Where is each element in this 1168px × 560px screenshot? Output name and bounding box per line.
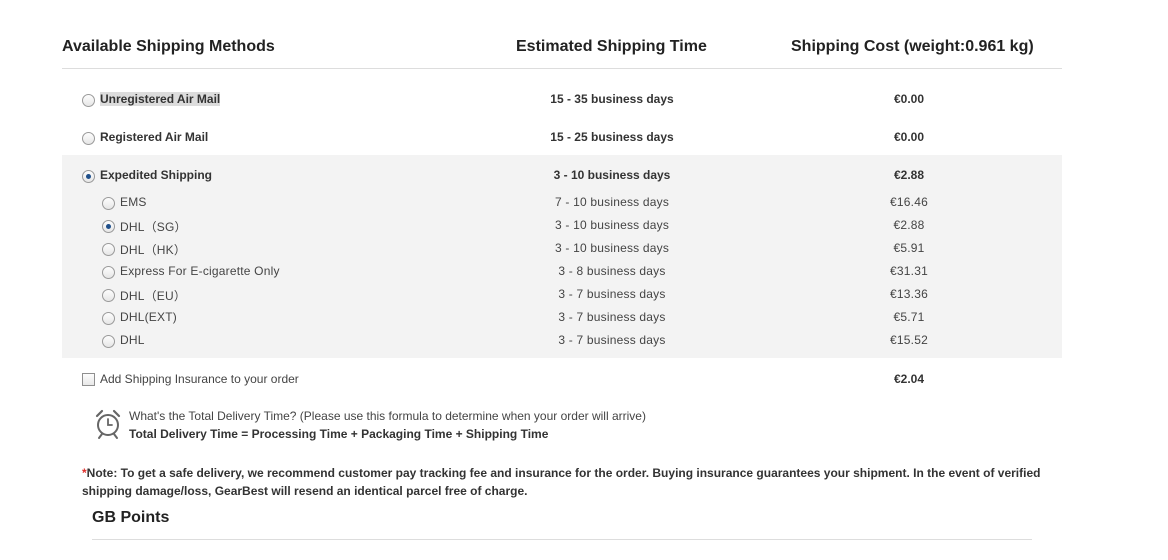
expedited-option-express-e-cigarette[interactable]: Express For E-cigarette Only 3 - 8 busin…	[62, 263, 1062, 281]
method-label[interactable]: Registered Air Mail	[100, 130, 208, 144]
option-time: 3 - 10 business days	[554, 218, 670, 232]
shipping-method-expedited[interactable]: Expedited Shipping 3 - 10 business days …	[62, 165, 1062, 185]
option-label[interactable]: Express For E-cigarette Only	[120, 264, 280, 278]
option-label[interactable]: DHL	[120, 333, 145, 347]
radio-express-e-cigarette[interactable]	[102, 266, 115, 279]
option-cost: €31.31	[890, 264, 928, 278]
method-label[interactable]: Unregistered Air Mail	[100, 92, 221, 106]
option-cost: €16.46	[890, 195, 928, 209]
option-label[interactable]: DHL（HK）	[120, 241, 186, 258]
radio-dhl-sg[interactable]	[102, 220, 115, 233]
radio-ems[interactable]	[102, 197, 115, 210]
option-time: 3 - 7 business days	[558, 310, 666, 324]
radio-dhl-eu[interactable]	[102, 289, 115, 302]
radio-dhl-ext[interactable]	[102, 312, 115, 325]
header-shipping-cost: Shipping Cost (weight:0.961 kg)	[791, 38, 1034, 55]
option-time: 3 - 7 business days	[558, 287, 666, 301]
insurance-cost: €2.04	[893, 372, 925, 386]
radio-unregistered-air-mail[interactable]	[82, 94, 95, 107]
insurance-label[interactable]: Add Shipping Insurance to your order	[100, 372, 299, 386]
option-time: 3 - 8 business days	[558, 264, 666, 278]
method-time: 15 - 35 business days	[550, 92, 674, 106]
option-time: 7 - 10 business days	[554, 195, 670, 209]
shipping-method-registered-air-mail[interactable]: Registered Air Mail 15 - 25 business day…	[62, 127, 1062, 147]
delivery-time-question: What's the Total Delivery Time? (Please …	[129, 409, 646, 423]
option-label[interactable]: DHL（EU）	[120, 287, 186, 304]
method-label[interactable]: Expedited Shipping	[100, 168, 212, 182]
expedited-option-ems[interactable]: EMS 7 - 10 business days €16.46	[62, 194, 1062, 212]
method-cost: €0.00	[893, 130, 925, 144]
shipping-method-unregistered-air-mail[interactable]: Unregistered Air Mail 15 - 35 business d…	[62, 89, 1062, 109]
option-cost: €5.71	[893, 310, 925, 324]
gb-points-title: GB Points	[92, 509, 170, 526]
option-label[interactable]: DHL（SG）	[120, 218, 187, 235]
shipping-table-header: Available Shipping Methods Estimated Shi…	[62, 34, 1062, 69]
shipping-insurance-row[interactable]: Add Shipping Insurance to your order €2.…	[62, 369, 1062, 389]
gb-points-divider	[92, 539, 1032, 540]
method-cost: €2.88	[893, 168, 925, 182]
radio-dhl-hk[interactable]	[102, 243, 115, 256]
method-cost: €0.00	[893, 92, 925, 106]
header-estimated-time: Estimated Shipping Time	[516, 38, 707, 55]
option-cost: €2.88	[893, 218, 925, 232]
expedited-option-dhl-sg[interactable]: DHL（SG） 3 - 10 business days €2.88	[62, 217, 1062, 235]
header-shipping-methods: Available Shipping Methods	[62, 38, 275, 55]
method-time: 15 - 25 business days	[550, 130, 674, 144]
safe-delivery-note: *Note: To get a safe delivery, we recomm…	[82, 464, 1057, 500]
radio-registered-air-mail[interactable]	[82, 132, 95, 145]
option-label[interactable]: EMS	[120, 195, 147, 209]
expedited-option-dhl-eu[interactable]: DHL（EU） 3 - 7 business days €13.36	[62, 286, 1062, 304]
radio-expedited-shipping[interactable]	[82, 170, 95, 183]
expedited-option-dhl-hk[interactable]: DHL（HK） 3 - 10 business days €5.91	[62, 240, 1062, 258]
radio-dhl[interactable]	[102, 335, 115, 348]
option-label[interactable]: DHL(EXT)	[120, 310, 177, 324]
expedited-option-dhl[interactable]: DHL 3 - 7 business days €15.52	[62, 332, 1062, 350]
alarm-clock-icon	[95, 409, 121, 439]
option-cost: €5.91	[893, 241, 925, 255]
expedited-option-dhl-ext[interactable]: DHL(EXT) 3 - 7 business days €5.71	[62, 309, 1062, 327]
note-text: Note: To get a safe delivery, we recomme…	[82, 466, 1041, 498]
option-time: 3 - 7 business days	[558, 333, 666, 347]
option-time: 3 - 10 business days	[554, 241, 670, 255]
option-cost: €13.36	[890, 287, 928, 301]
method-time: 3 - 10 business days	[553, 168, 671, 182]
insurance-checkbox[interactable]	[82, 373, 95, 386]
option-cost: €15.52	[890, 333, 928, 347]
delivery-time-formula: Total Delivery Time = Processing Time + …	[129, 427, 549, 441]
